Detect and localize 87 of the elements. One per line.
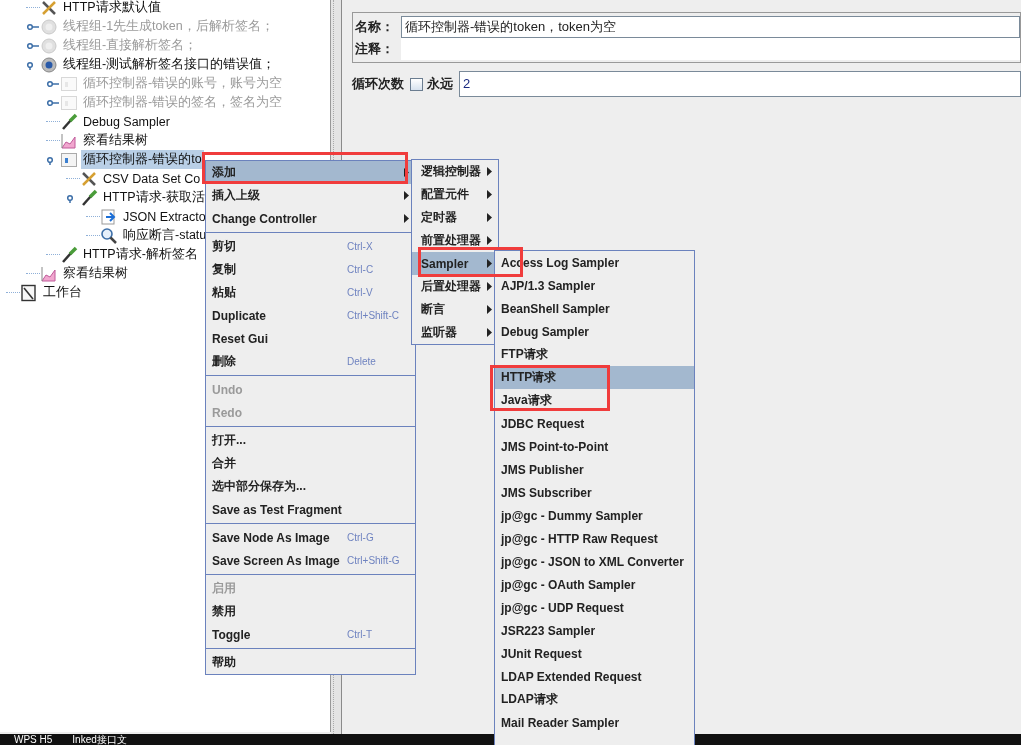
tree-node[interactable]: HTTP请求-获取活 xyxy=(101,188,207,207)
menu-item[interactable]: 删除 Delete xyxy=(206,350,415,373)
panel-icon xyxy=(60,74,78,93)
tree-node[interactable]: 线程组-测试解析签名接口的错误值； xyxy=(61,55,278,74)
menu-item[interactable]: LDAP请求 xyxy=(495,688,694,711)
menu-item[interactable]: 禁用 xyxy=(206,600,415,623)
panel-icon xyxy=(60,150,78,169)
chart-icon xyxy=(40,264,58,283)
menu-item[interactable]: Duplicate Ctrl+Shift-C xyxy=(206,304,415,327)
comment-label: 注释： xyxy=(355,40,395,58)
menu-item[interactable]: Debug Sampler xyxy=(495,320,694,343)
dropper-icon xyxy=(60,112,78,131)
menu-item[interactable]: JDBC Request xyxy=(495,412,694,435)
caret-icon xyxy=(487,236,492,245)
menu-item[interactable]: jp@gc - HTTP Raw Request xyxy=(495,527,694,550)
menu-item[interactable]: Save Screen As Image Ctrl+Shift-G xyxy=(206,549,415,572)
notepad-icon xyxy=(20,283,38,302)
menu-item[interactable]: LDAP Extended Request xyxy=(495,665,694,688)
tree-node[interactable]: 工作台 xyxy=(41,283,84,302)
menu-item[interactable]: 合并 xyxy=(206,452,415,475)
dropper-icon xyxy=(80,188,98,207)
menu-item[interactable]: BeanShell Sampler xyxy=(495,297,694,320)
menu-item[interactable]: 后置处理器 xyxy=(412,275,498,298)
caret-icon xyxy=(487,167,492,176)
forever-checkbox[interactable] xyxy=(410,77,423,91)
menu-item[interactable]: jp@gc - UDP Request xyxy=(495,596,694,619)
taskbar-item[interactable]: WPS H5 xyxy=(14,734,53,745)
menu-item[interactable]: 复制 Ctrl-C xyxy=(206,258,415,281)
menu-item[interactable]: jp@gc - JSON to XML Converter xyxy=(495,550,694,573)
menu-item[interactable]: JSR223 Sampler xyxy=(495,619,694,642)
wrench-icon xyxy=(40,0,58,17)
tree-node[interactable]: 察看结果树 xyxy=(61,264,130,283)
caret-icon xyxy=(487,328,492,337)
caret-icon xyxy=(487,259,492,268)
menu-item[interactable]: 监听器 xyxy=(412,321,498,344)
menu-item[interactable]: Java请求 xyxy=(495,389,694,412)
menu-item[interactable]: JUnit Request xyxy=(495,642,694,665)
menu-item[interactable]: 帮助 xyxy=(206,651,415,674)
menu-item[interactable]: jp@gc - OAuth Sampler xyxy=(495,573,694,596)
tree-node[interactable]: 循环控制器-错误的to xyxy=(81,150,204,169)
menu-item[interactable]: 前置处理器 xyxy=(412,229,498,252)
tree-node[interactable]: HTTP请求默认值 xyxy=(61,0,163,17)
loop-count-label: 循环次数 xyxy=(352,75,404,93)
menu-item[interactable]: JMS Publisher xyxy=(495,458,694,481)
menu-item[interactable]: jp@gc - Dummy Sampler xyxy=(495,504,694,527)
menu-item[interactable]: AJP/1.3 Sampler xyxy=(495,274,694,297)
menu-item[interactable]: Reset Gui xyxy=(206,327,415,350)
forever-label: 永远 xyxy=(427,75,453,93)
menu-item[interactable]: Mail Reader Sampler xyxy=(495,711,694,734)
chart-icon xyxy=(60,131,78,150)
menu-item[interactable]: 剪切 Ctrl-X xyxy=(206,235,415,258)
caret-icon xyxy=(487,213,492,222)
menu-item[interactable]: 配置元件 xyxy=(412,183,498,206)
menu-item[interactable]: Save Node As Image Ctrl-G xyxy=(206,526,415,549)
caret-icon xyxy=(487,305,492,314)
menu-item[interactable]: Save as Test Fragment xyxy=(206,498,415,521)
tree-node[interactable]: JSON Extracto xyxy=(121,208,208,225)
name-label: 名称： xyxy=(355,18,395,36)
menu-item[interactable]: 逻辑控制器 xyxy=(412,160,498,183)
menu-item[interactable]: JMS Point-to-Point xyxy=(495,435,694,458)
tree-node[interactable]: CSV Data Set Co xyxy=(101,170,203,187)
comment-field[interactable] xyxy=(401,38,1020,60)
tree-node[interactable]: HTTP请求-解析签名 xyxy=(81,245,200,264)
taskbar-item[interactable]: Inked接口文 xyxy=(72,734,127,745)
tree-node[interactable]: 响应断言-statu xyxy=(121,226,209,245)
tree-node[interactable]: Debug Sampler xyxy=(81,113,172,130)
menu-item[interactable]: 插入上级 xyxy=(206,184,415,207)
name-field[interactable]: 循环控制器-错误的token，token为空 xyxy=(401,16,1020,38)
caret-icon xyxy=(487,282,492,291)
menu-item[interactable]: 打开... xyxy=(206,429,415,452)
magnifier-icon xyxy=(100,226,118,245)
menu-item[interactable]: 定时器 xyxy=(412,206,498,229)
dropper-icon xyxy=(60,245,78,264)
loop-count-field[interactable]: 2 xyxy=(459,71,1021,97)
menu-item[interactable]: 粘贴 Ctrl-V xyxy=(206,281,415,304)
menu-item[interactable]: JMS Subscriber xyxy=(495,481,694,504)
wrench-icon xyxy=(80,169,98,188)
menu-item[interactable]: Change Controller xyxy=(206,207,415,230)
arrow-page-icon xyxy=(100,207,118,226)
menu-item[interactable]: FTP请求 xyxy=(495,343,694,366)
menu-item[interactable]: 断言 xyxy=(412,298,498,321)
menu-item[interactable]: Toggle Ctrl-T xyxy=(206,623,415,646)
menu-item[interactable]: 选中部分保存为... xyxy=(206,475,415,498)
panel-icon xyxy=(60,93,78,112)
menu-item[interactable]: HTTP请求 xyxy=(495,366,694,389)
caret-icon xyxy=(487,190,492,199)
tree-node[interactable]: 察看结果树 xyxy=(81,131,150,150)
